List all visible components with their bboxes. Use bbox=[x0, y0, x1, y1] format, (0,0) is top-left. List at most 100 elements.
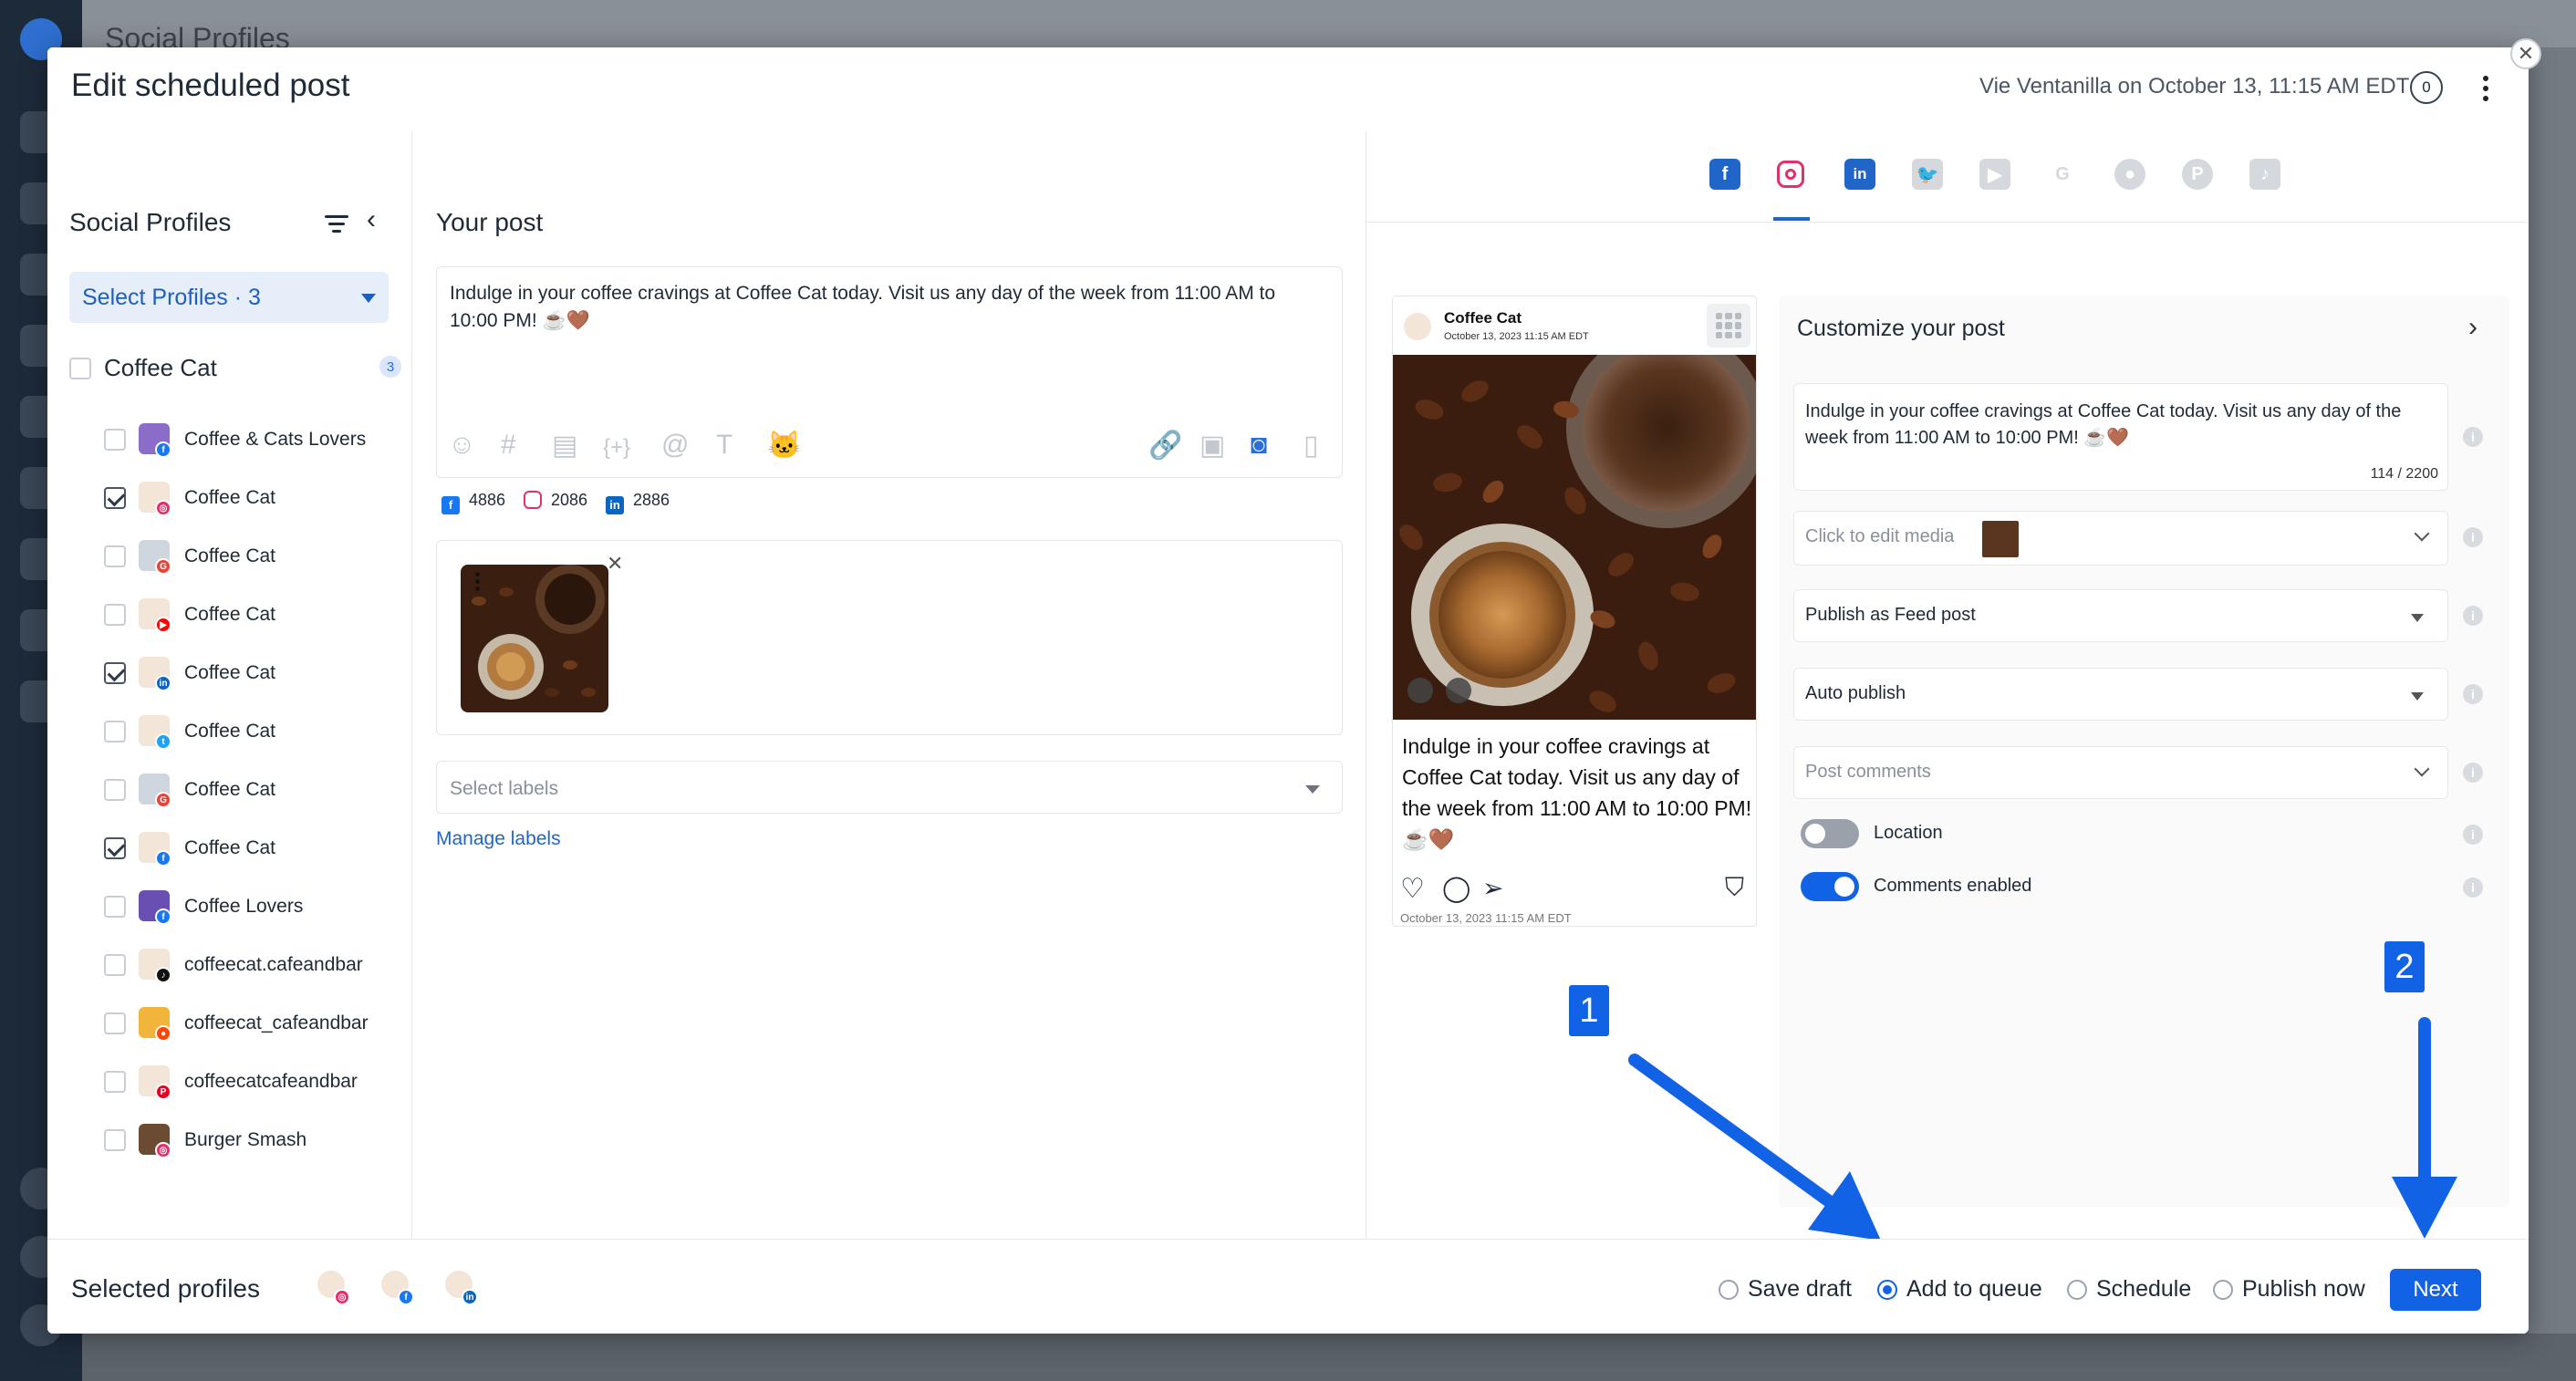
tab-twitter[interactable]: 🐦 bbox=[1912, 159, 1943, 190]
location-label: Location bbox=[1874, 823, 1943, 843]
post-editor[interactable]: Indulge in your coffee cravings at Coffe… bbox=[436, 266, 1343, 478]
schedule-radio[interactable] bbox=[2067, 1280, 2087, 1300]
profile-checkbox[interactable] bbox=[104, 954, 126, 976]
publish-now-label[interactable]: Publish now bbox=[2242, 1276, 2365, 1303]
location-toggle[interactable] bbox=[1801, 819, 1859, 848]
publish-type-select[interactable]: Publish as Feed post bbox=[1793, 589, 2448, 642]
selected-profile-linkedin[interactable]: in bbox=[440, 1267, 480, 1307]
profile-label: Coffee Cat bbox=[184, 721, 276, 742]
filter-icon[interactable] bbox=[323, 215, 350, 237]
profile-checkbox[interactable] bbox=[104, 1129, 126, 1151]
document-icon[interactable]: ▯ bbox=[1304, 430, 1319, 462]
ai-assistant-icon[interactable]: 🐱 bbox=[767, 430, 801, 462]
chevron-right-icon[interactable]: › bbox=[2468, 312, 2477, 343]
video-icon[interactable]: ▣ bbox=[1200, 430, 1225, 462]
profile-item[interactable]: f Coffee & Cats Lovers bbox=[104, 421, 405, 458]
comments-toggle[interactable] bbox=[1801, 872, 1859, 901]
profile-item[interactable]: f Coffee Cat bbox=[104, 830, 405, 867]
grid-view-icon[interactable] bbox=[1707, 304, 1750, 348]
profile-checkbox[interactable] bbox=[104, 604, 126, 626]
close-modal-button[interactable]: ✕ bbox=[2510, 38, 2541, 69]
comment-icon: ◯ bbox=[1442, 874, 1471, 902]
profile-checkbox[interactable] bbox=[104, 662, 126, 684]
profile-item[interactable]: f Coffee Lovers bbox=[104, 888, 405, 925]
tab-pinterest[interactable]: P bbox=[2182, 159, 2213, 190]
remove-media-icon[interactable]: ✕ bbox=[607, 552, 623, 576]
profile-label: Burger Smash bbox=[184, 1129, 307, 1150]
manage-labels-link[interactable]: Manage labels bbox=[436, 828, 561, 850]
select-profiles-dropdown[interactable]: Select Profiles · 3 bbox=[69, 272, 389, 323]
profile-checkbox[interactable] bbox=[104, 896, 126, 918]
next-button[interactable]: Next bbox=[2390, 1269, 2481, 1311]
tab-youtube[interactable]: ▶ bbox=[1979, 159, 2010, 190]
tab-reddit[interactable]: ● bbox=[2114, 159, 2145, 190]
text-format-icon[interactable]: T bbox=[716, 430, 732, 461]
tab-linkedin[interactable]: in bbox=[1844, 159, 1875, 190]
profile-label: Coffee Cat bbox=[184, 779, 276, 800]
group-label: Coffee Cat bbox=[104, 354, 217, 381]
customize-text-field[interactable]: Indulge in your coffee cravings at Coffe… bbox=[1793, 383, 2448, 491]
profile-checkbox[interactable] bbox=[104, 721, 126, 742]
profile-item[interactable]: G Coffee Cat bbox=[104, 772, 405, 808]
info-icon[interactable]: i bbox=[2463, 877, 2483, 898]
info-icon[interactable]: i bbox=[2463, 606, 2483, 626]
profile-item[interactable]: t Coffee Cat bbox=[104, 713, 405, 750]
labels-placeholder: Select labels bbox=[450, 778, 559, 799]
variable-icon[interactable]: {+} bbox=[603, 435, 630, 461]
tab-instagram[interactable] bbox=[1777, 161, 1804, 188]
camera-icon[interactable]: ◙ bbox=[1251, 430, 1267, 461]
profile-group-coffee-cat[interactable]: Coffee Cat 3 ︿ bbox=[69, 350, 443, 387]
snippet-icon[interactable]: ▤ bbox=[552, 430, 577, 462]
info-icon[interactable]: i bbox=[2463, 763, 2483, 783]
labels-select[interactable]: Select labels bbox=[436, 761, 1343, 814]
selected-profile-facebook[interactable]: f bbox=[376, 1267, 416, 1307]
profile-item[interactable]: Pcoffeecatcafeandbar bbox=[104, 1064, 405, 1100]
post-title: Your post bbox=[436, 208, 544, 236]
schedule-label[interactable]: Schedule bbox=[2096, 1276, 2191, 1303]
save-draft-label[interactable]: Save draft bbox=[1748, 1276, 1852, 1303]
link-icon[interactable]: 🔗 bbox=[1148, 430, 1182, 462]
collapse-panel-icon[interactable]: ‹ bbox=[367, 204, 376, 235]
profile-item[interactable]: ▶ Coffee Cat bbox=[104, 597, 405, 633]
profile-checkbox[interactable] bbox=[104, 1012, 126, 1034]
tab-tiktok[interactable]: ♪ bbox=[2249, 159, 2280, 190]
profile-checkbox[interactable] bbox=[104, 487, 126, 509]
profile-item[interactable]: in Coffee Cat bbox=[104, 655, 405, 691]
add-to-queue-radio[interactable] bbox=[1877, 1280, 1897, 1300]
info-icon[interactable]: i bbox=[2463, 527, 2483, 547]
info-icon[interactable]: i bbox=[2463, 825, 2483, 845]
tab-google[interactable]: G bbox=[2047, 159, 2078, 190]
profile-checkbox[interactable] bbox=[104, 779, 126, 801]
media-options-icon[interactable] bbox=[470, 572, 484, 596]
mention-icon[interactable]: @ bbox=[661, 430, 689, 461]
hashtag-icon[interactable]: # bbox=[501, 430, 516, 461]
profile-item[interactable]: ● coffeecat_cafeandbar bbox=[104, 1005, 405, 1042]
info-icon[interactable]: i bbox=[2463, 684, 2483, 704]
profile-item[interactable]: ♪ coffeecat.cafeandbar bbox=[104, 947, 405, 983]
profile-item[interactable]: ◎ Coffee Cat bbox=[104, 480, 405, 516]
tab-facebook[interactable]: f bbox=[1709, 159, 1740, 190]
group-checkbox[interactable] bbox=[69, 358, 91, 379]
publish-mode-select[interactable]: Auto publish bbox=[1793, 668, 2448, 721]
profile-item[interactable]: ◎ Burger Smash bbox=[104, 1122, 405, 1158]
publish-now-radio[interactable] bbox=[2213, 1280, 2233, 1300]
profile-label: Coffee Cat bbox=[184, 545, 276, 566]
comment-counter-badge[interactable]: 0 bbox=[2410, 71, 2443, 104]
linkedin-icon: in bbox=[155, 675, 171, 691]
profile-checkbox[interactable] bbox=[104, 429, 126, 451]
more-options-button[interactable] bbox=[2467, 66, 2504, 111]
app-bottom-strip bbox=[82, 1334, 2576, 1381]
post-comments-select[interactable]: Post comments bbox=[1793, 746, 2448, 799]
customize-text[interactable]: Indulge in your coffee cravings at Coffe… bbox=[1805, 399, 2435, 452]
emoji-icon[interactable]: ☺ bbox=[448, 430, 476, 461]
save-draft-radio[interactable] bbox=[1719, 1280, 1739, 1300]
post-text[interactable]: Indulge in your coffee cravings at Coffe… bbox=[450, 280, 1307, 335]
edit-media-select[interactable]: Click to edit media bbox=[1793, 511, 2448, 566]
profile-item[interactable]: G Coffee Cat bbox=[104, 538, 405, 575]
selected-profile-instagram[interactable]: ◎ bbox=[312, 1267, 352, 1307]
add-to-queue-label[interactable]: Add to queue bbox=[1906, 1276, 2042, 1303]
profile-checkbox[interactable] bbox=[104, 545, 126, 567]
profile-checkbox[interactable] bbox=[104, 1071, 126, 1093]
profile-checkbox[interactable] bbox=[104, 837, 126, 859]
info-icon[interactable]: i bbox=[2463, 427, 2483, 447]
